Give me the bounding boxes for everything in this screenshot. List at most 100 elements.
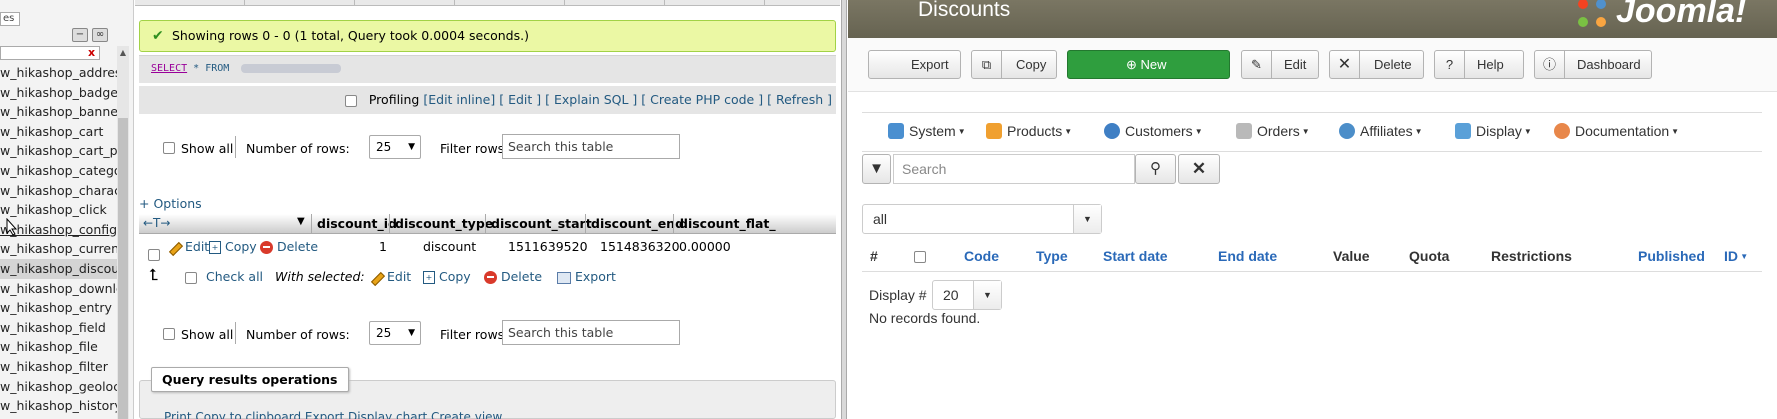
tab[interactable] xyxy=(135,0,245,6)
table-list-item[interactable]: w_hikashop_entry xyxy=(0,298,117,318)
cell-discount-type[interactable]: discount xyxy=(423,234,476,260)
cell-discount-id[interactable]: 1 xyxy=(379,234,387,260)
filter-rows-input[interactable]: Search this table xyxy=(502,134,680,159)
products-icon xyxy=(986,123,1002,139)
column-header[interactable]: discount_flat_ xyxy=(679,216,776,231)
menu-customers[interactable]: Customers ▼ xyxy=(1104,123,1203,139)
rows-select[interactable]: 25 ▼ xyxy=(369,135,421,159)
header-end-date[interactable]: End date xyxy=(1218,240,1277,272)
explain-sql-link[interactable]: [ Explain SQL ] xyxy=(545,92,637,107)
header-published[interactable]: Published xyxy=(1638,240,1705,272)
search-input[interactable]: Search xyxy=(893,154,1135,184)
rows-select[interactable]: 25 ▼ xyxy=(369,321,421,345)
table-list-item[interactable]: w_hikashop_banner xyxy=(0,102,117,122)
menu-products[interactable]: Products ▼ xyxy=(986,123,1072,139)
column-header[interactable]: discount_type xyxy=(395,216,493,231)
bulk-edit-button[interactable]: Edit xyxy=(369,262,411,292)
sidebar-scroll-thumb[interactable] xyxy=(118,118,128,419)
filter-select[interactable]: all ▼ xyxy=(862,204,1102,234)
new-button[interactable]: ⊕ New xyxy=(1067,50,1230,79)
header-id[interactable]: ID ▼ xyxy=(1724,240,1748,273)
menu-orders[interactable]: Orders ▼ xyxy=(1236,123,1310,139)
column-header[interactable]: discount_end xyxy=(591,216,684,231)
row-delete-button[interactable]: Delete xyxy=(260,234,318,260)
table-list-item[interactable]: w_hikashop_currenc xyxy=(0,239,117,259)
tab[interactable] xyxy=(355,0,455,6)
cell-discount-flat[interactable]: 0.00000 xyxy=(679,234,731,260)
table-list-item[interactable]: w_hikashop_click xyxy=(0,200,117,220)
dashboard-button[interactable]: ⓘ Dashboard xyxy=(1534,50,1652,79)
profiling-checkbox[interactable] xyxy=(344,94,357,107)
column-resize-arrows-icon[interactable]: ←T→ xyxy=(143,216,170,230)
query-results-operations-links[interactable]: Print Copy to clipboard Export Display c… xyxy=(164,410,502,419)
menu-system[interactable]: System ▼ xyxy=(888,123,966,139)
menu-documentation[interactable]: Documentation ▼ xyxy=(1554,123,1679,139)
header-start-date[interactable]: Start date xyxy=(1103,240,1168,272)
row-edit-button[interactable]: Edit xyxy=(167,234,209,260)
edit-link[interactable]: [ Edit ] xyxy=(499,92,541,107)
menu-display[interactable]: Display ▼ xyxy=(1455,123,1532,139)
check-all-link[interactable]: Check all xyxy=(206,262,263,292)
sidebar-top-box[interactable]: es xyxy=(0,12,20,26)
table-list-item[interactable]: w_hikashop_charact xyxy=(0,181,117,201)
collapse-all-icon[interactable]: − xyxy=(72,28,88,42)
export-icon xyxy=(557,271,571,284)
help-button[interactable]: ? Help xyxy=(1434,50,1524,79)
filter-icon[interactable]: ▼ xyxy=(862,154,891,184)
copy-button[interactable]: ⧉ Copy xyxy=(971,50,1057,79)
show-all-checkbox[interactable] xyxy=(163,142,175,154)
bulk-delete-button[interactable]: Delete xyxy=(484,262,542,292)
table-filter-input[interactable] xyxy=(0,46,100,60)
table-list-item[interactable]: w_hikashop_field xyxy=(0,318,117,338)
cell-discount-start[interactable]: 1511639520 xyxy=(508,234,588,260)
select-all-checkbox[interactable] xyxy=(914,251,926,264)
tab[interactable] xyxy=(665,0,765,6)
table-list-item[interactable]: w_hikashop_history xyxy=(0,396,117,416)
table-list-item[interactable]: w_hikashop_categor xyxy=(0,161,117,181)
edit-button[interactable]: ✎ Edit xyxy=(1241,50,1319,79)
export-button[interactable]: Export xyxy=(868,50,961,79)
delete-button[interactable]: ✕ Delete xyxy=(1329,50,1424,79)
column-header[interactable]: discount_start xyxy=(491,216,592,231)
refresh-link[interactable]: [ Refresh ] xyxy=(767,92,832,107)
tab[interactable] xyxy=(455,0,565,6)
tab[interactable] xyxy=(245,0,355,6)
show-all-checkbox[interactable] xyxy=(163,328,175,340)
scroll-up-icon[interactable]: ▲ xyxy=(117,46,129,60)
sql-select-keyword[interactable]: SELECT xyxy=(151,63,187,74)
clear-filter-icon[interactable]: x xyxy=(88,47,95,59)
search-icon[interactable]: ⚲ xyxy=(1135,154,1176,184)
table-list-item[interactable]: w_hikashop_cart xyxy=(0,122,117,142)
window-divider[interactable] xyxy=(841,0,847,419)
cell-discount-end[interactable]: 1514836320 xyxy=(600,234,680,260)
table-list-item[interactable]: w_hikashop_badge xyxy=(0,83,117,103)
tab[interactable] xyxy=(565,0,665,6)
edit-inline-link[interactable]: [Edit inline] xyxy=(423,92,495,107)
sort-dropdown-icon[interactable]: ▼ xyxy=(297,216,305,227)
display-limit-select[interactable]: 20 ▼ xyxy=(932,280,1002,310)
header-type[interactable]: Type xyxy=(1036,240,1068,272)
results-table-header: ←T→ ▼ discount_id discount_type discount… xyxy=(139,214,836,234)
link-icon[interactable]: ∞ xyxy=(92,28,108,42)
header-code[interactable]: Code xyxy=(964,240,999,272)
column-header[interactable]: discount_id xyxy=(317,216,397,231)
table-list-item[interactable]: w_hikashop_downlo xyxy=(0,279,117,299)
create-php-code-link[interactable]: [ Create PHP code ] xyxy=(641,92,763,107)
menu-affiliates[interactable]: Affiliates ▼ xyxy=(1339,123,1423,139)
header-restrictions: Restrictions xyxy=(1491,248,1572,264)
table-list-item[interactable]: w_hikashop_cart_pr xyxy=(0,141,117,161)
options-link[interactable]: + Options xyxy=(139,196,202,211)
row-checkbox[interactable] xyxy=(148,248,160,261)
table-list-item[interactable]: w_hikashop_address xyxy=(0,63,117,83)
filter-rows-input[interactable]: Search this table xyxy=(502,320,680,345)
bulk-copy-button[interactable]: + Copy xyxy=(423,262,471,292)
sql-query-box[interactable]: SELECT * FROM xyxy=(139,55,836,83)
clear-search-icon[interactable]: ✕ xyxy=(1178,154,1220,184)
table-list-item[interactable]: w_hikashop_geoloca xyxy=(0,377,117,397)
row-copy-button[interactable]: + Copy xyxy=(209,234,257,260)
table-list-item[interactable]: w_hikashop_file xyxy=(0,337,117,357)
check-all-checkbox[interactable] xyxy=(185,271,197,284)
bulk-export-button[interactable]: Export xyxy=(557,262,616,292)
table-list-item-selected[interactable]: w_hikashop_discour xyxy=(0,258,117,279)
table-list-item[interactable]: w_hikashop_filter xyxy=(0,357,117,377)
